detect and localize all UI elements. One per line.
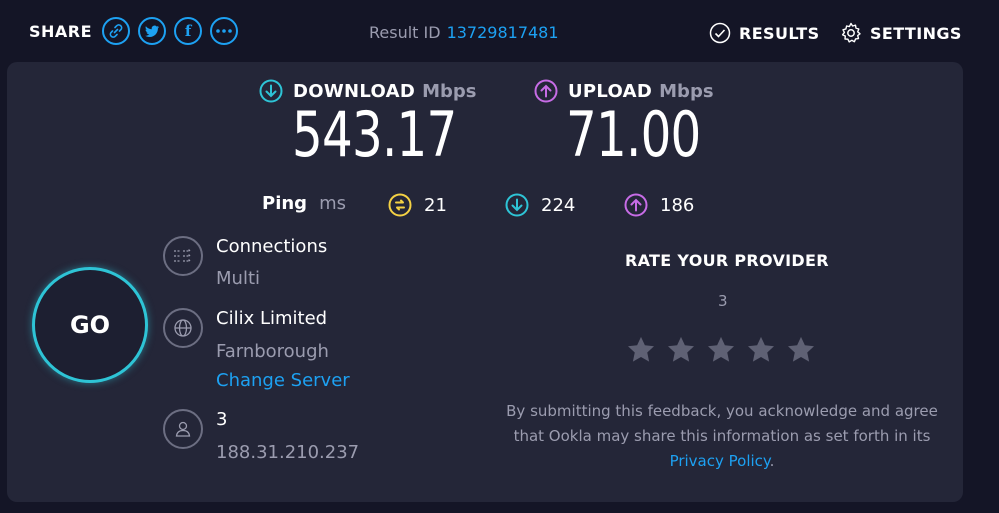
- privacy-policy-link[interactable]: Privacy Policy: [670, 452, 770, 470]
- server-location: Farnborough: [216, 341, 329, 362]
- user-ip: 188.31.210.237: [216, 442, 360, 463]
- disclaimer-text: By submitting this feedback, you acknowl…: [506, 402, 938, 445]
- user-icon: [163, 409, 203, 449]
- result-id-label: Result ID: [369, 23, 441, 42]
- download-arrow-icon: [259, 79, 283, 103]
- star-icon[interactable]: [786, 335, 816, 365]
- share-bar: SHARE f: [29, 17, 246, 45]
- star-icon[interactable]: [746, 335, 776, 365]
- results-label: RESULTS: [739, 23, 820, 43]
- ping-download-value: 224: [541, 194, 576, 216]
- ping-upload: 186: [624, 193, 694, 217]
- settings-button[interactable]: SETTINGS: [840, 22, 962, 44]
- connections-title: Connections: [216, 236, 328, 257]
- facebook-icon[interactable]: f: [174, 17, 203, 45]
- more-icon[interactable]: [210, 17, 239, 45]
- check-circle-icon: [709, 22, 731, 44]
- upload-speed-value: 71.00: [566, 98, 701, 171]
- feedback-disclaimer: By submitting this feedback, you acknowl…: [502, 399, 942, 474]
- share-label: SHARE: [29, 21, 93, 41]
- connections-value: Multi: [216, 268, 260, 289]
- rate-provider-title: RATE YOUR PROVIDER: [625, 251, 829, 270]
- star-rating[interactable]: [626, 335, 826, 365]
- disclaimer-end: .: [769, 452, 775, 470]
- settings-label: SETTINGS: [870, 23, 962, 43]
- result-id: Result ID 13729817481: [369, 23, 559, 42]
- ping-download: 224: [505, 193, 575, 217]
- link-icon[interactable]: [102, 17, 131, 45]
- results-card: DOWNLOAD Mbps 543.17 UPLOAD Mbps 71.00 P…: [7, 62, 963, 502]
- go-button[interactable]: GO: [32, 267, 148, 383]
- ping-idle-icon: [388, 193, 412, 217]
- ping-idle: 21: [388, 193, 447, 217]
- server-provider: Cilix Limited: [216, 308, 328, 329]
- star-icon[interactable]: [626, 335, 656, 365]
- ping-label: Ping: [262, 193, 308, 214]
- ping-download-icon: [505, 193, 529, 217]
- download-speed-value: 543.17: [292, 98, 457, 171]
- header: SHARE f Result ID 13729817481 RESULTS SET…: [0, 0, 999, 62]
- change-server-link[interactable]: Change Server: [216, 370, 350, 391]
- ping-header: Ping ms: [262, 193, 346, 214]
- connections-icon: [163, 236, 203, 276]
- user-name: 3: [216, 409, 228, 430]
- star-icon[interactable]: [706, 335, 736, 365]
- star-icon[interactable]: [666, 335, 696, 365]
- twitter-icon[interactable]: [138, 17, 167, 45]
- results-button[interactable]: RESULTS: [709, 22, 820, 44]
- rating-value: 3: [718, 292, 728, 310]
- gear-icon: [841, 22, 861, 43]
- ping-upload-value: 186: [660, 194, 695, 216]
- ping-unit: ms: [319, 193, 346, 214]
- upload-arrow-icon: [534, 79, 558, 103]
- facebook-glyph: f: [184, 22, 192, 40]
- ping-upload-icon: [624, 193, 648, 217]
- ping-idle-value: 21: [424, 194, 447, 216]
- result-id-link[interactable]: 13729817481: [447, 23, 559, 42]
- globe-icon: [163, 308, 203, 348]
